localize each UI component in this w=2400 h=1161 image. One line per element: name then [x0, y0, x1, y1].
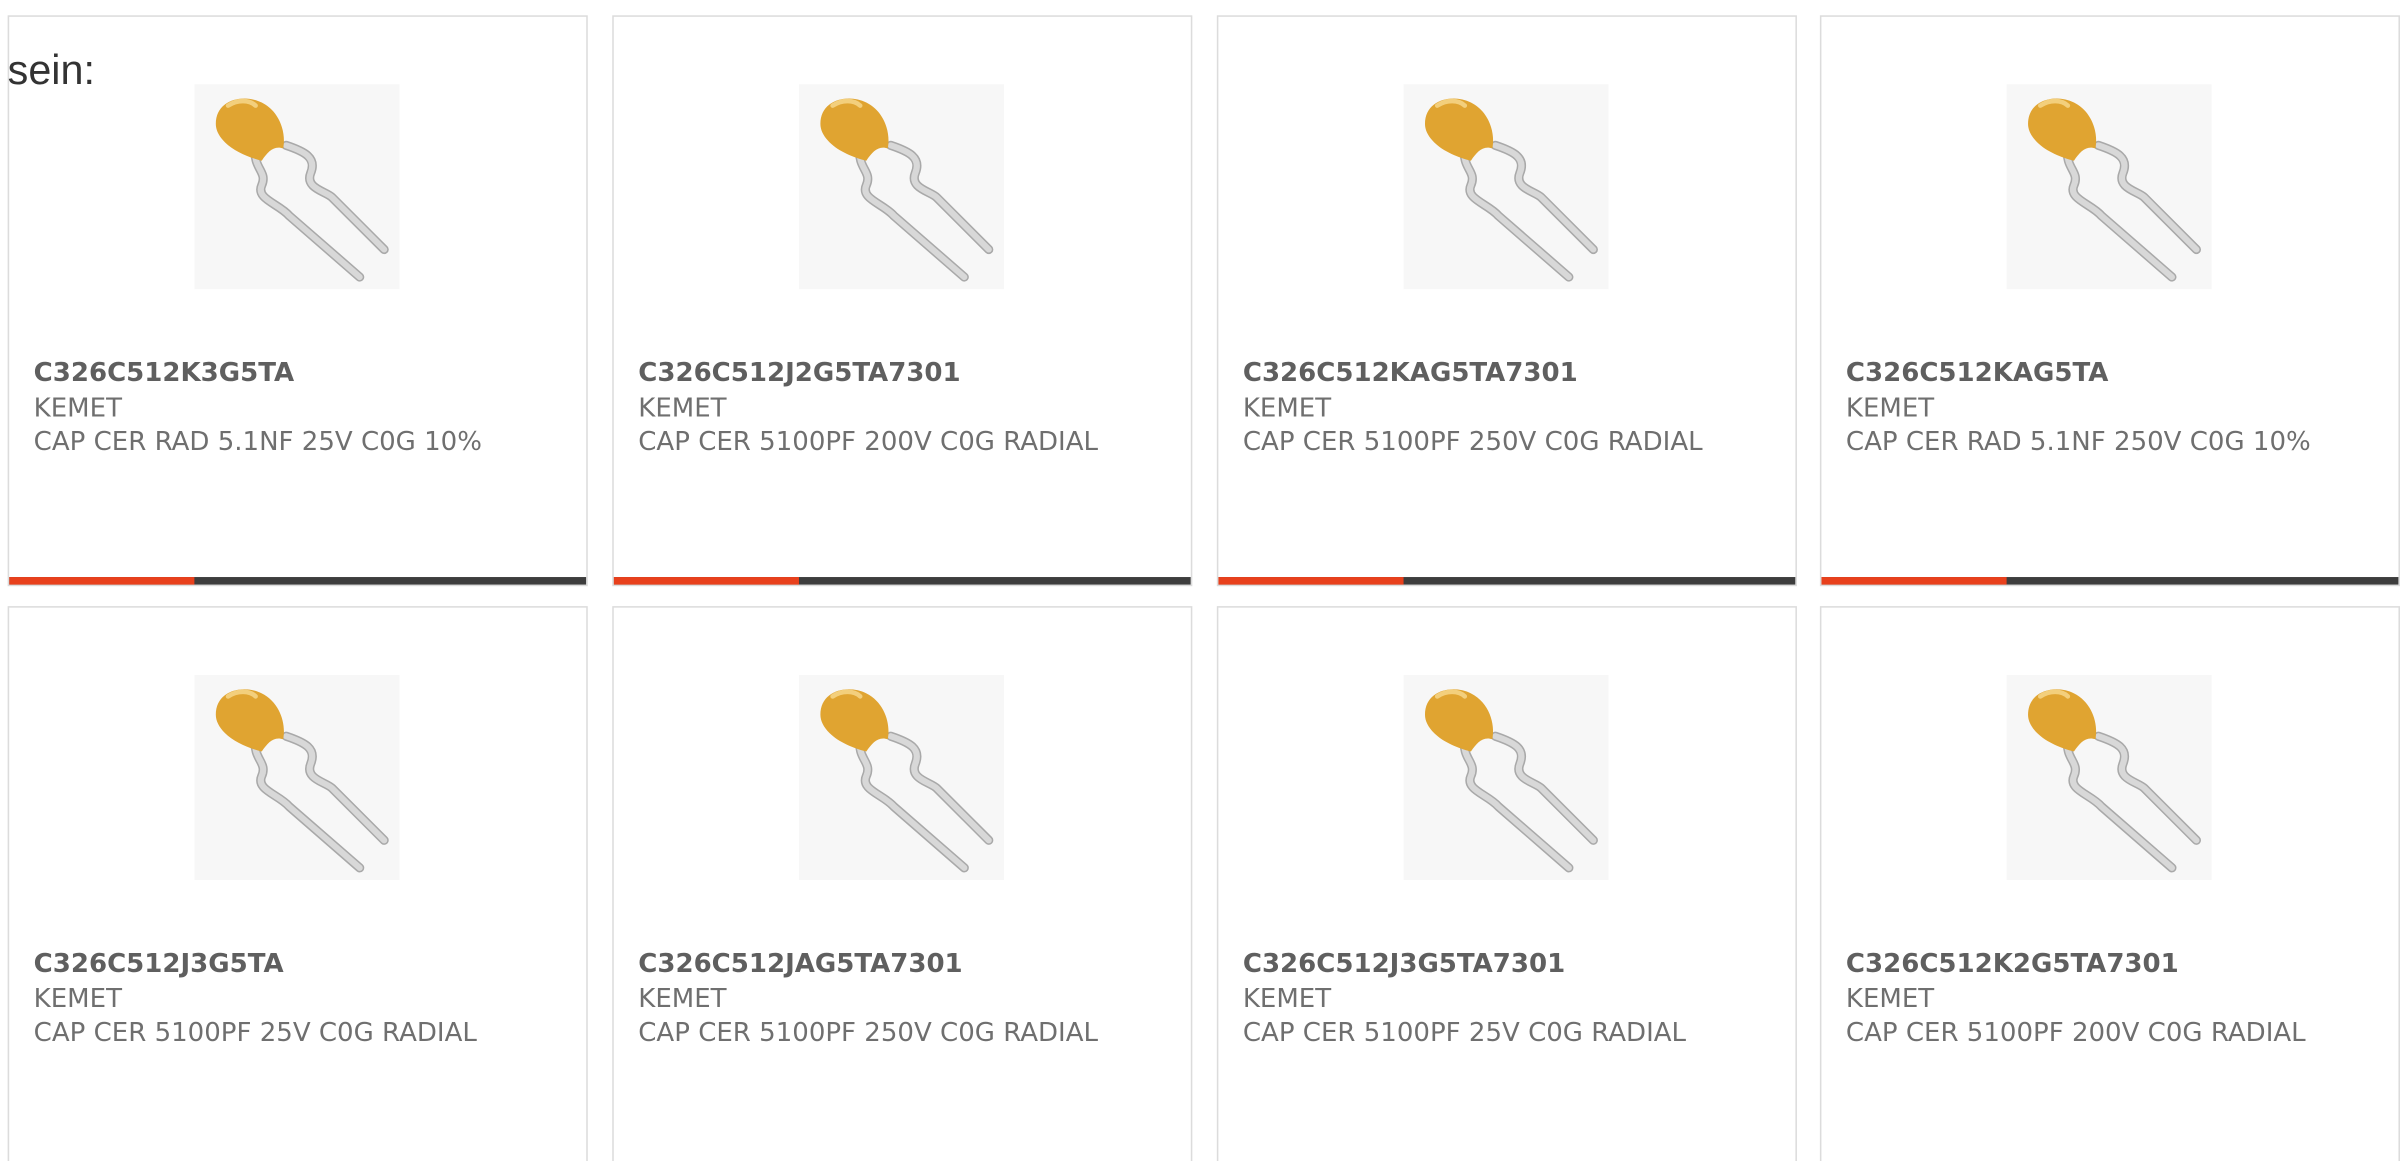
product-part-number[interactable]: C326C512KAG5TA7301 [1243, 357, 1763, 391]
product-card[interactable]: C326C512K2G5TA7301 KEMET CAP CER 5100PF 20… [1819, 606, 2400, 1161]
product-manufacturer: KEMET [33, 392, 122, 424]
card-progress-fill [1218, 577, 1403, 585]
product-card[interactable]: C326C512JAG5TA7301 KEMET CAP CER 5100PF 25… [612, 606, 1193, 1161]
product-info: C326C512KAG5TA7301 KEMET CAP CER 5100PF 25… [1243, 357, 1763, 460]
product-card[interactable]: C326C512J3G5TA7301 KEMET CAP CER 5100PF 25… [1216, 606, 1797, 1161]
card-progress-bar [613, 577, 1191, 585]
product-part-number[interactable]: C326C512K2G5TA7301 [1846, 947, 2366, 981]
product-part-number[interactable]: C326C512JAG5TA7301 [638, 947, 1158, 981]
product-image-capacitor-icon[interactable] [194, 84, 400, 290]
product-card[interactable]: C326C512K3G5TA KEMET CAP CER RAD 5.1NF 25V… [7, 15, 588, 587]
card-progress-fill [1821, 577, 2007, 585]
product-description: CAP CER 5100PF 200V C0G RADIAL [1845, 1017, 2306, 1049]
product-manufacturer: KEMET [638, 983, 727, 1015]
product-part-number[interactable]: C326C512KAG5TA [1846, 357, 2366, 391]
product-manufacturer: KEMET [33, 983, 122, 1015]
product-grid-page: sein: C326C512K3G5TA KEMET CAP CER RAD 5.1… [0, 0, 2400, 1161]
product-card[interactable]: C326C512KAG5TA KEMET CAP CER RAD 5.1NF 250… [1819, 15, 2400, 587]
intro-text: sein: [7, 47, 95, 94]
product-part-number[interactable]: C326C512J3G5TA [34, 947, 554, 981]
product-info: C326C512K3G5TA KEMET CAP CER RAD 5.1NF 25V… [34, 357, 554, 460]
card-progress-fill [9, 577, 194, 585]
product-info: C326C512K2G5TA7301 KEMET CAP CER 5100PF 20… [1846, 947, 2366, 1050]
product-card[interactable]: C326C512J3G5TA KEMET CAP CER 5100PF 25V C0… [7, 606, 588, 1161]
product-description: CAP CER 5100PF 25V C0G RADIAL [33, 1017, 477, 1049]
product-image-capacitor-icon[interactable] [798, 674, 1005, 881]
product-description: CAP CER 5100PF 250V C0G RADIAL [638, 1017, 1099, 1049]
product-info: C326C512J3G5TA7301 KEMET CAP CER 5100PF 25… [1243, 947, 1763, 1050]
product-description: CAP CER RAD 5.1NF 25V C0G 10% [33, 427, 482, 458]
product-image-capacitor-icon[interactable] [2006, 84, 2212, 290]
product-description: CAP CER 5100PF 250V C0G RADIAL [1242, 427, 1703, 458]
product-description: CAP CER 5100PF 25V C0G RADIAL [1242, 1017, 1687, 1049]
card-progress-bar [1821, 577, 2399, 585]
product-image-capacitor-icon[interactable] [1403, 84, 1609, 290]
product-image-capacitor-icon[interactable] [2006, 674, 2212, 881]
product-image-capacitor-icon[interactable] [798, 84, 1005, 290]
product-image-capacitor-icon[interactable] [1403, 674, 1609, 881]
product-manufacturer: KEMET [1845, 392, 1935, 424]
card-progress-fill [613, 577, 799, 585]
product-description: CAP CER RAD 5.1NF 250V C0G 10% [1845, 427, 2311, 458]
product-part-number[interactable]: C326C512J3G5TA7301 [1243, 947, 1763, 981]
product-card[interactable]: C326C512J2G5TA7301 KEMET CAP CER 5100PF 20… [612, 15, 1193, 587]
product-image-capacitor-icon[interactable] [194, 674, 400, 881]
product-manufacturer: KEMET [638, 392, 727, 424]
product-card[interactable]: C326C512KAG5TA7301 KEMET CAP CER 5100PF 25… [1216, 15, 1797, 587]
product-manufacturer: KEMET [1845, 983, 1935, 1015]
product-part-number[interactable]: C326C512J2G5TA7301 [638, 357, 1158, 391]
product-info: C326C512KAG5TA KEMET CAP CER RAD 5.1NF 250… [1846, 357, 2366, 460]
product-part-number[interactable]: C326C512K3G5TA [34, 357, 554, 391]
card-progress-bar [1218, 577, 1796, 585]
product-info: C326C512J2G5TA7301 KEMET CAP CER 5100PF 20… [638, 357, 1158, 460]
product-info: C326C512JAG5TA7301 KEMET CAP CER 5100PF 25… [638, 947, 1158, 1050]
product-info: C326C512J3G5TA KEMET CAP CER 5100PF 25V C0… [34, 947, 554, 1050]
product-manufacturer: KEMET [1242, 392, 1332, 424]
card-progress-bar [9, 577, 587, 585]
product-description: CAP CER 5100PF 200V C0G RADIAL [638, 427, 1099, 458]
product-manufacturer: KEMET [1242, 983, 1332, 1015]
